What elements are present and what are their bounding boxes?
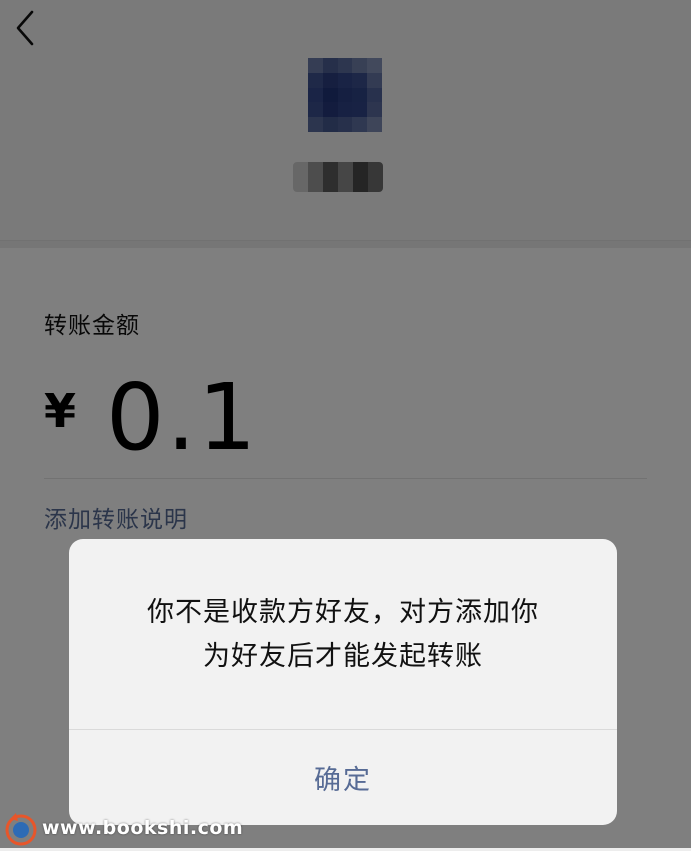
watermark-text: www.bookshi.com	[42, 817, 244, 839]
transfer-screen: 转账金额 ¥ 0.1 添加转账说明 你不是收款方好友，对方添加你 为好友后才能发…	[0, 0, 691, 848]
alert-dialog: 你不是收款方好友，对方添加你 为好友后才能发起转账 确定	[69, 539, 617, 825]
dialog-message: 你不是收款方好友，对方添加你 为好友后才能发起转账	[99, 591, 587, 679]
watermark-logo-icon	[2, 809, 40, 847]
dialog-message-line: 为好友后才能发起转账	[203, 641, 483, 672]
dialog-message-line: 你不是收款方好友，对方添加你	[147, 597, 539, 628]
watermark: www.bookshi.com	[0, 808, 243, 848]
